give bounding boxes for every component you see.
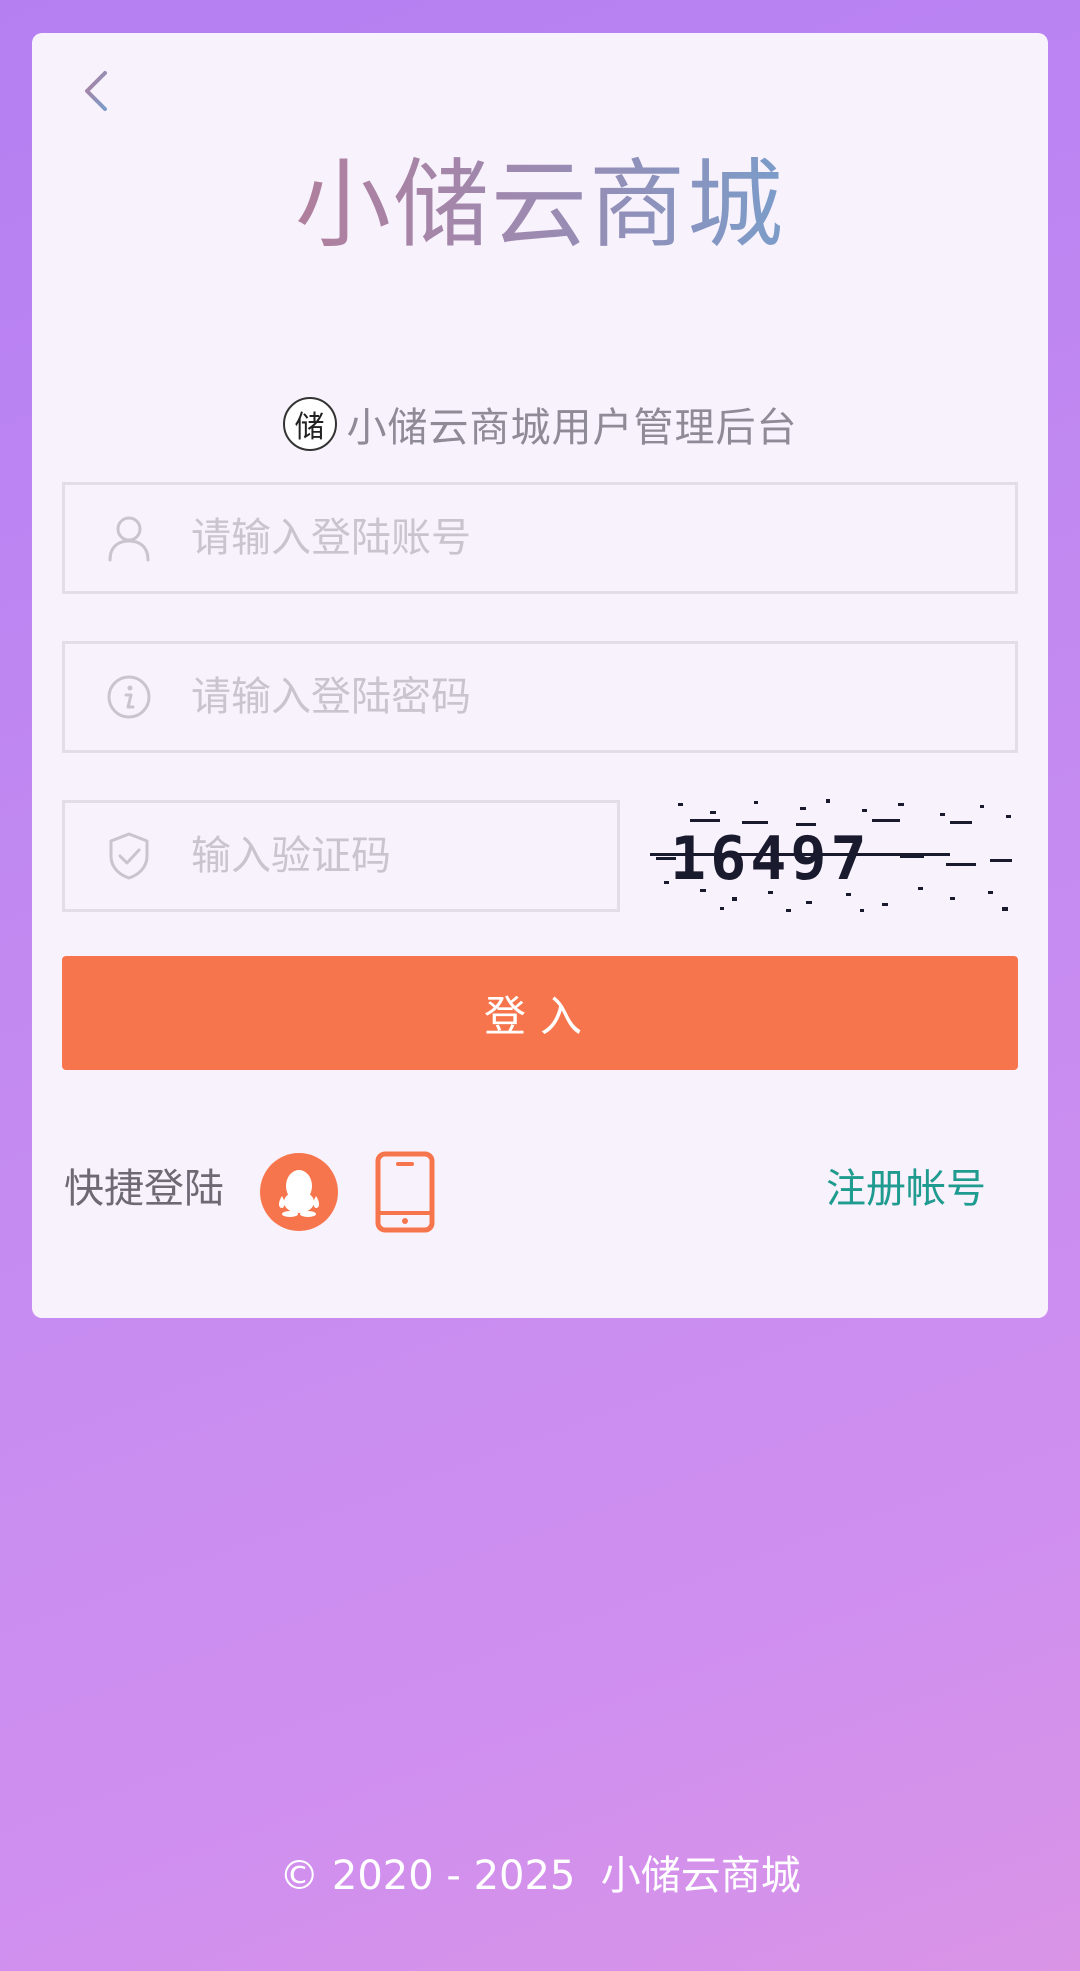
chevron-left-icon: [85, 71, 107, 111]
register-link[interactable]: 注册帐号: [826, 1161, 986, 1217]
qq-login-button[interactable]: [260, 1153, 338, 1231]
phone-login-button[interactable]: [374, 1151, 436, 1233]
brand-title: 小储云商城: [32, 145, 1048, 265]
captcha-field[interactable]: [62, 800, 620, 912]
info-circle-icon: [99, 667, 159, 727]
footer: © 2020 - 2025 小储云商城: [0, 1848, 1080, 1904]
qq-icon: [279, 1170, 319, 1217]
footer-copyright: © 2020 - 2025: [279, 1853, 576, 1899]
quick-login-label: 快捷登陆: [64, 1166, 224, 1212]
captcha-image[interactable]: 16497: [650, 797, 1020, 915]
account-field[interactable]: [62, 482, 1018, 594]
captcha-text: 16497: [670, 824, 871, 894]
password-field[interactable]: [62, 641, 1018, 753]
back-button[interactable]: [68, 63, 124, 119]
login-card: 小储云商城 储 小储云商城用户管理后台 请输入登陆账号 输入验证码 16497 …: [32, 33, 1048, 1318]
user-icon: [99, 508, 159, 568]
phone-icon: [375, 1151, 435, 1233]
brand-logo-char: 储: [294, 410, 325, 445]
brand-logo: 储: [282, 397, 337, 451]
captcha-input[interactable]: [189, 832, 553, 880]
subtitle-row: 储 小储云商城用户管理后台: [32, 395, 1048, 453]
shield-check-icon: [99, 826, 159, 886]
subtitle: 小储云商城用户管理后台: [346, 405, 798, 451]
password-input[interactable]: [189, 673, 753, 721]
account-input[interactable]: [189, 514, 753, 562]
login-button[interactable]: 登入: [62, 956, 1018, 1070]
brand-title-text: 小储云商城: [295, 149, 785, 261]
footer-site-name: 小储云商城: [600, 1853, 801, 1899]
